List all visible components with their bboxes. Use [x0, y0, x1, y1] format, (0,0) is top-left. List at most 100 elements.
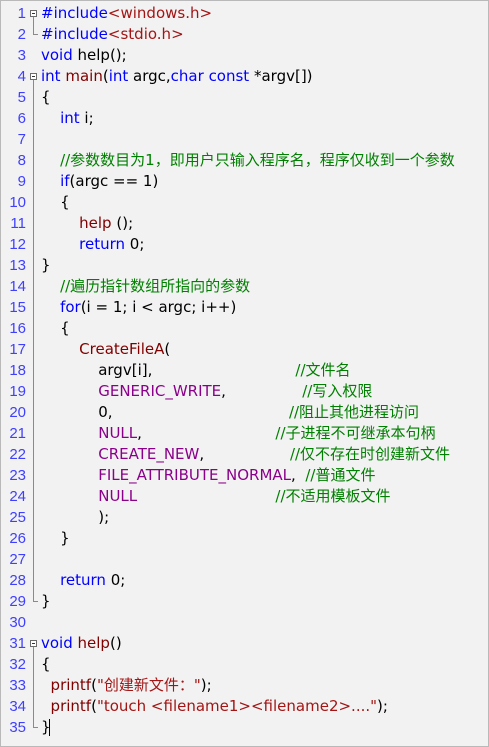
code-token: help();	[72, 46, 127, 64]
code-text[interactable]: return 0;	[41, 570, 125, 591]
code-line[interactable]: 16 {	[1, 318, 488, 339]
code-token: 0,	[41, 403, 289, 421]
code-line[interactable]: 8 //参数数目为1，即用户只输入程序名，程序仅收到一个参数	[1, 150, 488, 171]
line-number: 34	[9, 698, 26, 715]
code-line[interactable]: 12 return 0;	[1, 234, 488, 255]
code-line[interactable]: 25 );	[1, 507, 488, 528]
code-line[interactable]: 23 FILE_ATTRIBUTE_NORMAL, //普通文件	[1, 465, 488, 486]
code-text[interactable]: void help()	[41, 633, 122, 654]
line-number: 32	[9, 656, 26, 673]
code-text[interactable]: return 0;	[41, 234, 144, 255]
code-token: ,	[137, 424, 276, 442]
code-text[interactable]: {	[41, 318, 70, 339]
line-number: 33	[9, 677, 26, 694]
code-line[interactable]: 27	[1, 549, 488, 570]
line-number: 21	[9, 425, 26, 442]
code-text[interactable]: {	[41, 192, 70, 213]
code-text[interactable]: {	[41, 654, 51, 675]
code-text[interactable]: printf("创建新文件：");	[41, 675, 212, 696]
code-line[interactable]: 22 CREATE_NEW, //仅不存在时创建新文件	[1, 444, 488, 465]
code-text[interactable]: }	[41, 255, 51, 276]
fold-toggle-icon[interactable]	[30, 10, 37, 17]
code-line[interactable]: 2 #include<stdio.h>	[1, 24, 488, 45]
code-text[interactable]: NULL //不适用模板文件	[41, 486, 390, 507]
code-token: FILE_ATTRIBUTE_NORMAL	[98, 466, 292, 484]
code-line[interactable]: 10 {	[1, 192, 488, 213]
code-token: //写入权限	[302, 382, 373, 400]
code-text[interactable]: 0, //阻止其他进程访问	[41, 402, 419, 423]
code-line[interactable]: 1 #include<windows.h>	[1, 3, 488, 24]
code-text[interactable]: for(i = 1; i < argc; i++)	[41, 297, 236, 318]
code-text[interactable]: {	[41, 87, 51, 108]
code-text[interactable]: CREATE_NEW, //仅不存在时创建新文件	[41, 444, 450, 465]
code-text[interactable]: if(argc == 1)	[41, 171, 158, 192]
fold-guide-line	[33, 17, 34, 34]
fold-toggle-icon[interactable]	[30, 640, 37, 647]
code-line[interactable]: 21 NULL, //子进程不可继承本句柄	[1, 423, 488, 444]
code-line[interactable]: 35}	[1, 717, 488, 738]
code-line[interactable]: 30	[1, 612, 488, 633]
code-token: void	[41, 46, 73, 64]
line-number: 14	[9, 278, 26, 295]
code-line[interactable]: 33 printf("创建新文件：");	[1, 675, 488, 696]
code-token: #include	[41, 4, 108, 22]
code-token: );	[200, 676, 212, 694]
code-line[interactable]: 13}	[1, 255, 488, 276]
code-token: return	[79, 235, 126, 253]
code-text[interactable]: void help();	[41, 45, 127, 66]
code-line[interactable]: 7	[1, 129, 488, 150]
code-text[interactable]: int main(int argc,char const *argv[])	[41, 66, 313, 87]
code-line[interactable]: 11 help ();	[1, 213, 488, 234]
line-number: 26	[9, 530, 26, 547]
code-line[interactable]: 24 NULL //不适用模板文件	[1, 486, 488, 507]
code-line[interactable]: 14 //遍历指针数组所指向的参数	[1, 276, 488, 297]
code-text[interactable]: help ();	[41, 213, 133, 234]
code-line[interactable]: 15 for(i = 1; i < argc; i++)	[1, 297, 488, 318]
code-text[interactable]: argv[i], //文件名	[41, 360, 350, 381]
code-text[interactable]: }	[41, 528, 70, 549]
code-text[interactable]: NULL, //子进程不可继承本句柄	[41, 423, 435, 444]
code-line[interactable]: 32 {	[1, 654, 488, 675]
code-line[interactable]: 5{	[1, 87, 488, 108]
code-text[interactable]: }	[41, 591, 51, 612]
fold-toggle-icon[interactable]	[30, 73, 37, 80]
code-text[interactable]: //参数数目为1，即用户只输入程序名，程序仅收到一个参数	[41, 150, 455, 171]
code-token: CreateFileA	[79, 340, 165, 358]
code-line[interactable]: 3 void help();	[1, 45, 488, 66]
code-line[interactable]: 6 int i;	[1, 108, 488, 129]
line-number: 28	[9, 572, 26, 589]
code-token: int	[41, 67, 61, 85]
code-line[interactable]: 17 CreateFileA(	[1, 339, 488, 360]
code-token: //普通文件	[305, 466, 376, 484]
code-token: #include	[41, 25, 108, 43]
code-line[interactable]: 9 if(argc == 1)	[1, 171, 488, 192]
code-token: //参数数目为1，即用户只输入程序名，程序仅收到一个参数	[60, 151, 455, 169]
code-text[interactable]: );	[41, 507, 109, 528]
line-number: 31	[9, 635, 26, 652]
code-text[interactable]: CreateFileA(	[41, 339, 170, 360]
code-editor[interactable]: 1 #include<windows.h> 2 #include<stdio.h> 3 v…	[0, 0, 489, 747]
code-text[interactable]: printf("touch <filename1><filename2>....…	[41, 696, 388, 717]
code-line[interactable]: 26 }	[1, 528, 488, 549]
code-line[interactable]: 29}	[1, 591, 488, 612]
code-text[interactable]: FILE_ATTRIBUTE_NORMAL, //普通文件	[41, 465, 375, 486]
code-token: argc,	[128, 67, 171, 85]
code-text[interactable]: #include<windows.h>	[41, 3, 212, 24]
code-line[interactable]: 20 0, //阻止其他进程访问	[1, 402, 488, 423]
code-text[interactable]: GENERIC_WRITE, //写入权限	[41, 381, 372, 402]
code-token: i;	[79, 109, 94, 127]
code-line[interactable]: 19 GENERIC_WRITE, //写入权限	[1, 381, 488, 402]
code-line[interactable]: 34 printf("touch <filename1><filename2>.…	[1, 696, 488, 717]
code-text[interactable]: #include<stdio.h>	[41, 24, 184, 45]
code-token: ()	[109, 634, 122, 652]
code-token: }	[41, 592, 51, 610]
code-text[interactable]: int i;	[41, 108, 94, 129]
code-line[interactable]: 18 argv[i], //文件名	[1, 360, 488, 381]
code-text[interactable]: //遍历指针数组所指向的参数	[41, 276, 250, 297]
code-line[interactable]: 4 int main(int argc,char const *argv[])	[1, 66, 488, 87]
code-line[interactable]: 31 void help()	[1, 633, 488, 654]
code-line[interactable]: 28 return 0;	[1, 570, 488, 591]
